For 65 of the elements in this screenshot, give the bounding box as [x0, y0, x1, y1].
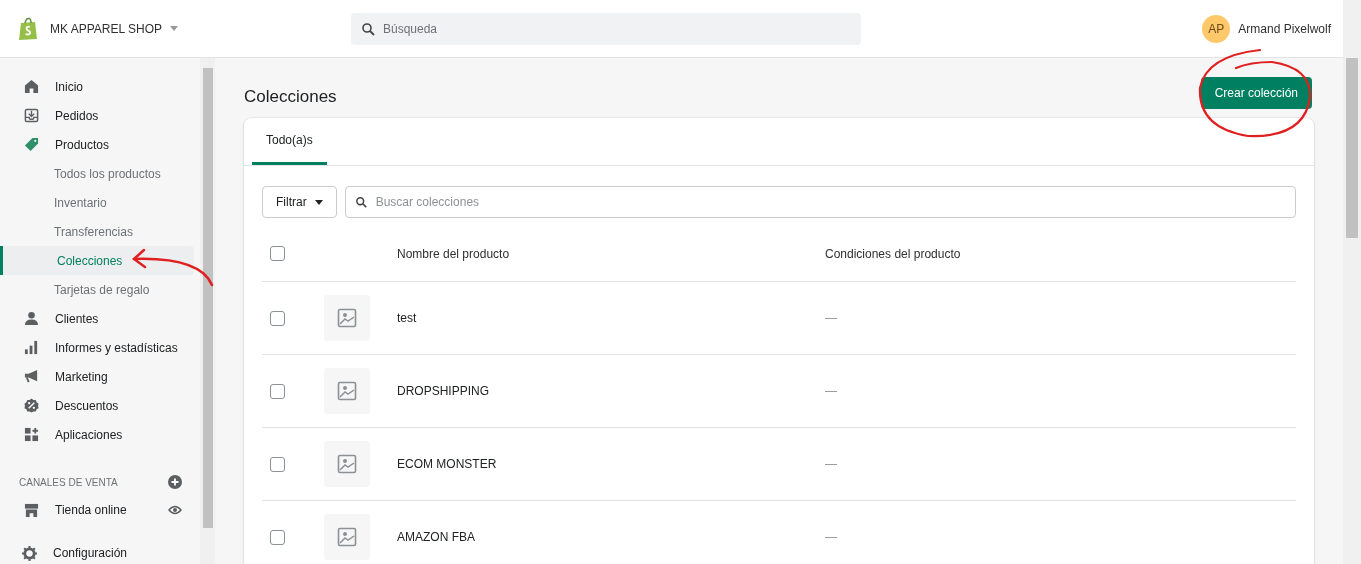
checkbox[interactable] [270, 529, 285, 545]
checkbox[interactable] [270, 383, 285, 399]
table-cell-text: — [825, 456, 837, 473]
section-heading: CANALES DE VENTA [19, 475, 118, 490]
table-cell-text: — [825, 310, 837, 327]
search-icon [362, 22, 375, 36]
sidebar-item[interactable]: Descuentos [0, 391, 200, 420]
store-switcher[interactable]: MK APPAREL SHOP [50, 19, 179, 38]
house-icon [24, 79, 39, 94]
eye-icon [168, 505, 182, 515]
column-header: Nombre del producto [397, 245, 511, 263]
sidebar-item[interactable]: Clientes [0, 304, 200, 333]
sidebar-item[interactable]: Inicio [0, 72, 200, 101]
sidebar-subitem[interactable]: Todos los productos [0, 159, 200, 188]
sidebar-subitem[interactable]: Inventario [0, 188, 200, 217]
page-title: Colecciones [244, 86, 337, 109]
shopping-bag-logo-icon [18, 16, 38, 41]
sidebar-item[interactable]: Pedidos [0, 101, 200, 130]
search-field[interactable]: Búsqueda [351, 12, 861, 45]
page-scrollbar[interactable] [1343, 0, 1361, 564]
create-collection-button[interactable]: Crear colección [1200, 77, 1312, 109]
table-cell-text: test [397, 310, 418, 327]
sidebar-subitem[interactable]: Transferencias [0, 217, 200, 246]
person-icon [24, 311, 39, 326]
caret-icon [170, 26, 179, 31]
table-cell-text: — [825, 529, 837, 546]
sidebar-item[interactable]: Informes y estadísticas [0, 333, 200, 362]
checkbox[interactable] [270, 310, 285, 326]
bar-chart-icon [24, 340, 39, 355]
apps-grid-icon [24, 427, 39, 442]
table-cell-text: — [825, 383, 837, 400]
storefront-icon [24, 502, 39, 518]
user-avatar[interactable]: AP [1202, 14, 1231, 43]
tag-icon [24, 137, 39, 152]
sidebar-item[interactable]: Tienda online [0, 495, 200, 525]
search-icon [355, 197, 367, 208]
table-cell-text: DROPSHIPPING [397, 383, 490, 400]
sidebar-item[interactable]: Configuración [0, 543, 200, 563]
table-cell-text: ECOM MONSTER [397, 456, 498, 473]
filter-button[interactable]: Filtrar [262, 186, 337, 218]
sidebar-subitem[interactable]: Colecciones [0, 246, 194, 275]
sidebar-item[interactable]: Productos [0, 130, 200, 159]
column-header: Condiciones del producto [825, 245, 961, 263]
sidebar-item[interactable]: Aplicaciones [0, 420, 200, 449]
sidebar-subitem[interactable]: Tarjetas de regalo [0, 275, 200, 304]
megaphone-icon [24, 369, 39, 384]
checkbox[interactable] [270, 246, 285, 261]
sidebar-scrollbar[interactable] [200, 58, 215, 564]
sidebar-item[interactable]: Marketing [0, 362, 200, 391]
user-name[interactable]: Armand Pixelwolf [1238, 19, 1331, 38]
inbox-icon [24, 108, 39, 123]
add-channel-icon[interactable] [168, 475, 182, 489]
image-placeholder-icon [324, 514, 370, 560]
scrollbar-thumb[interactable] [1346, 58, 1358, 238]
image-placeholder-icon [324, 441, 370, 487]
image-placeholder-icon [324, 295, 370, 341]
tab[interactable]: Todo(a)s [252, 118, 327, 165]
image-placeholder-icon [324, 368, 370, 414]
collection-search-field[interactable]: Buscar colecciones [344, 186, 1296, 218]
caret-icon [314, 199, 323, 205]
discount-badge-icon [24, 398, 39, 413]
table-cell-text: AMAZON FBA [397, 529, 476, 546]
settings-icon [22, 545, 37, 561]
scrollbar-thumb[interactable] [202, 68, 213, 528]
checkbox[interactable] [270, 456, 285, 472]
